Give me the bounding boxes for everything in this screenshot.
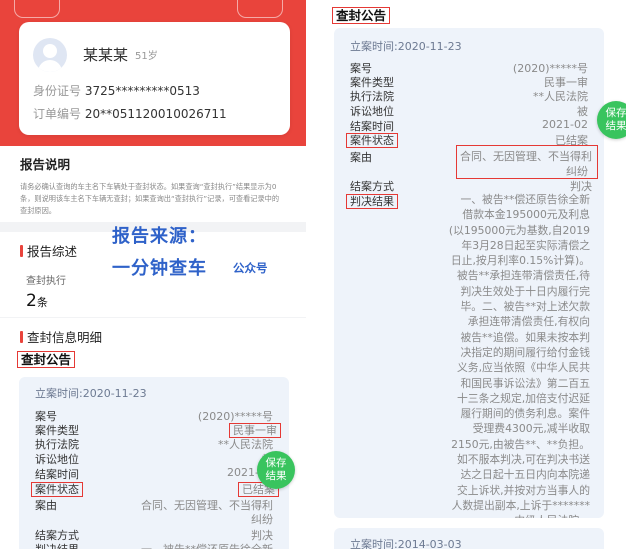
seal-count-label: 查封执行	[26, 276, 66, 287]
case-time-next: 立案时间:2014-03-03	[350, 538, 462, 549]
field-key-status: 案件状态	[346, 132, 398, 148]
field-key-result: 判决结果	[35, 541, 79, 549]
order-number-value: 20**051120010026711	[84, 107, 227, 121]
id-number-value: 3725*********0513	[84, 84, 200, 98]
field-key-close-time: 结案时间	[35, 468, 79, 481]
judgment-result-line: 义务,应当依照《中华人民共	[457, 361, 590, 375]
case-card: 立案时间:2020-11-23 案号 (2020)*****号 案件类型 民事一…	[19, 377, 289, 549]
judgment-result-line: 人数提出副本,上诉于*******	[451, 498, 590, 512]
watermark-source-line2: 一分钟查车	[112, 258, 207, 279]
judgment-result-line: 被告**承担连带清偿责任,待	[457, 269, 590, 283]
case-card-expanded: 立案时间:2020-11-23 案号 (2020)*****号 案件类型 民事一…	[334, 28, 604, 518]
judgment-result-line: 借款本金195000元及利息	[462, 208, 590, 222]
field-key-position: 诉讼地位	[35, 453, 79, 466]
field-value-position: 被	[577, 105, 588, 118]
field-key-court: 执行法院	[350, 90, 394, 103]
report-left-panel: 某某某 51岁 身份证号 3725*********0513 订单编号 20**…	[0, 0, 306, 549]
judgment-result-line: 判决生效处于十日内履行完	[460, 284, 590, 298]
field-key-result: 判决结果	[346, 193, 398, 209]
field-value-result-preview: 一、被告**偿还原告徐全新	[141, 541, 273, 549]
case-time: 立案时间:2020-11-23	[35, 387, 147, 400]
field-value-cause-line2: 纠纷	[251, 513, 273, 526]
avatar	[33, 38, 67, 72]
owner-name: 某某某	[83, 46, 129, 64]
id-number-label: 身份证号	[33, 84, 82, 98]
order-number-label: 订单编号	[33, 107, 82, 121]
field-value-court: **人民法院	[533, 90, 588, 103]
field-key-court: 执行法院	[35, 438, 79, 451]
field-key-status: 案件状态	[31, 481, 83, 497]
judgment-result-line: 和国民事诉讼法》第二百五	[460, 376, 590, 390]
detail-heading: 查封信息明细	[20, 327, 102, 346]
judgment-result-line: 履行期间的债务利息。案件	[460, 407, 590, 421]
owner-info-card: 某某某 51岁 身份证号 3725*********0513 订单编号 20**…	[19, 22, 290, 135]
field-key-close-method: 结案方式	[350, 180, 394, 193]
field-key-cause: 案由	[35, 499, 57, 512]
explanation-title: 报告说明	[20, 157, 71, 172]
judgment-result-line: 被告**追偿。如果未按本判	[460, 330, 590, 344]
order-number-row: 订单编号 20**051120010026711	[33, 105, 227, 122]
seal-announcement-title: 查封公告	[332, 5, 391, 24]
explanation-text: 请务必确认查询的车主名下车辆处于查封状态。如果查询“查封执行”结果显示为0条，则…	[20, 182, 280, 215]
judgment-result-line: 如不服本判决,可在判决书送	[457, 453, 590, 467]
seal-count-value: 2条	[26, 291, 48, 311]
id-number-row: 身份证号 3725*********0513	[33, 82, 200, 99]
judgment-result-line: 年3月28日起至实际清偿之	[461, 238, 590, 252]
field-value-court: **人民法院	[218, 438, 273, 451]
report-explanation: 报告说明 请务必确认查询的车主名下车辆处于查封状态。如果查询“查封执行”结果显示…	[0, 146, 306, 222]
field-value-cause-line1: 合同、无因管理、不当得利	[460, 150, 592, 163]
judgment-result-line: 2150元,由被告**、**负担。	[451, 437, 590, 451]
judgment-result-line: 承担连带清偿责任,有权向	[467, 315, 590, 329]
judgment-result-line: 决指定的期间履行给付金钱	[460, 345, 590, 359]
owner-age: 51岁	[135, 51, 158, 62]
case-card-next: 立案时间:2014-03-03	[334, 528, 604, 549]
judgment-result-line: 中级人民法院。	[430, 513, 590, 518]
case-time: 立案时间:2020-11-23	[350, 40, 462, 53]
judgment-result-line: 一、被告**偿还原告徐全新	[460, 193, 590, 206]
field-value-close-time: 2021-02	[542, 118, 588, 131]
judgment-result-line: 十三条之规定,加倍支付迟延	[457, 391, 590, 405]
judgment-result-line: 日止,按月利率0.15%计算)。	[450, 254, 590, 268]
report-right-panel: 查封公告 立案时间:2020-11-23 案号 (2020)*****号 案件类…	[320, 0, 626, 549]
judgment-result-line: 交上诉状,并按对方当事人的	[457, 483, 590, 497]
save-result-button[interactable]: 保存 结果	[257, 451, 295, 489]
watermark-source-line3: 公众号	[233, 261, 268, 275]
judgment-result-line: 受理费4300元,减半收取	[472, 422, 590, 436]
field-key-cause: 案由	[350, 151, 372, 164]
judgment-result-line: 达之日起十五日内向本院递	[460, 468, 590, 482]
field-value-cause-line2: 纠纷	[566, 165, 588, 178]
judgment-result-line: 毕。二、被告**对上述欠款	[460, 300, 590, 314]
seal-announcement-title: 查封公告	[17, 349, 76, 368]
judgment-result-line: (以195000元为基数,自2019	[448, 223, 590, 237]
watermark-source-line1: 报告来源：	[112, 226, 207, 247]
banner-decoration	[14, 0, 60, 18]
judgment-result-text: 一、被告**偿还原告徐全新 借款本金195000元及利息 (以195000元为基数,…	[430, 192, 590, 518]
banner-decoration	[237, 0, 283, 18]
summary-heading: 报告综述	[20, 241, 77, 260]
field-key-position: 诉讼地位	[350, 105, 394, 118]
